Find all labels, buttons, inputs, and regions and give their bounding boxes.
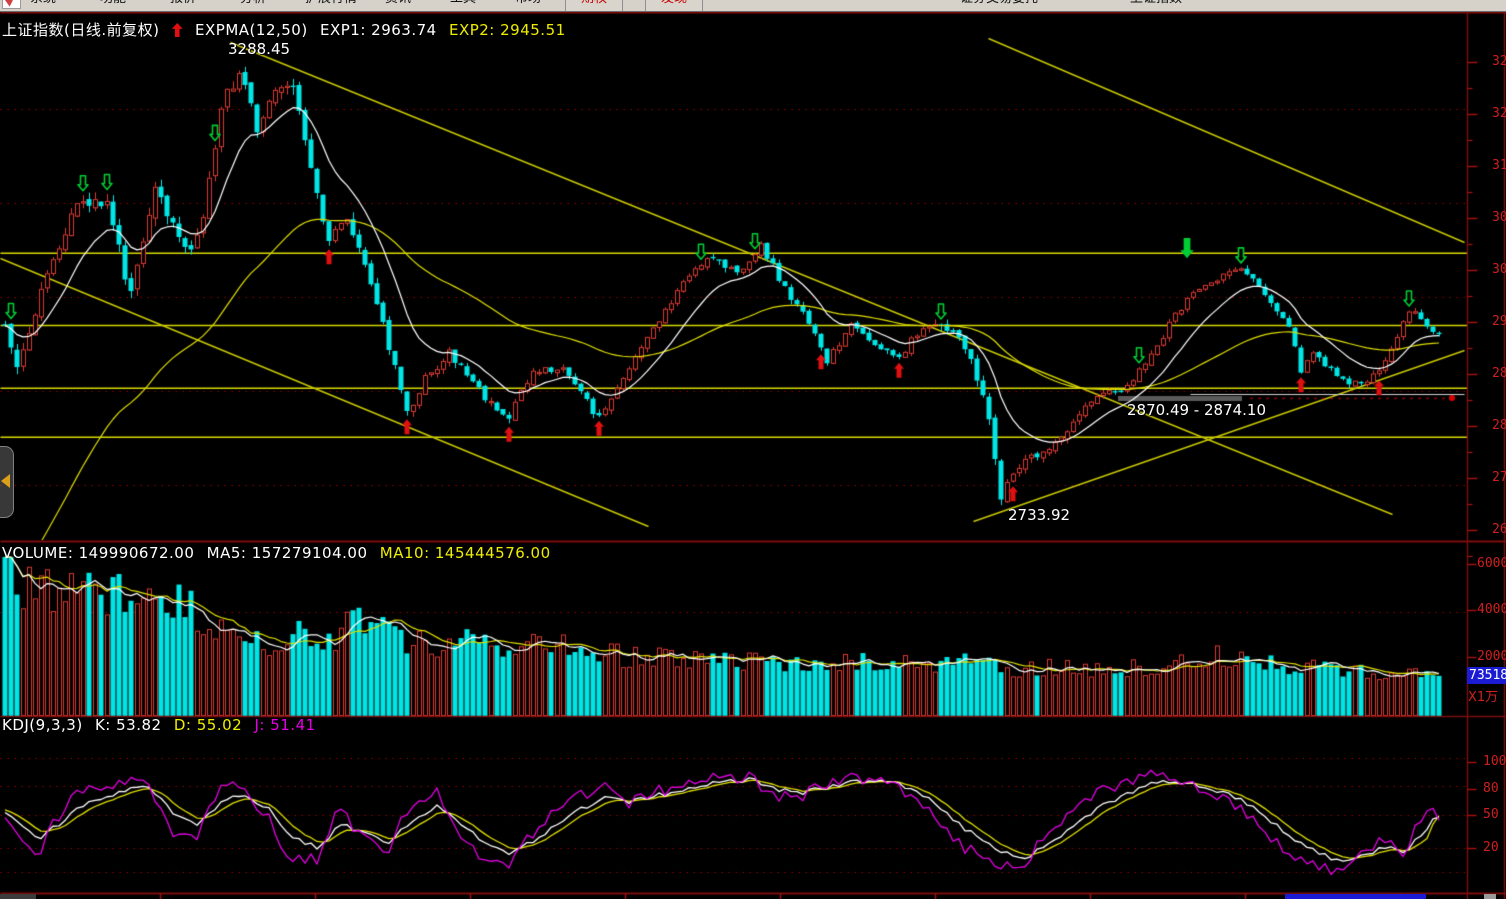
account-menu-label[interactable]: 证券交易委托 <box>960 0 1038 11</box>
menu-item-7[interactable]: 市场 <box>515 0 541 11</box>
axis-label: 50 <box>1483 807 1499 822</box>
bottom-right-corner <box>1484 894 1496 899</box>
menu-item-1[interactable]: 功能 <box>100 0 126 11</box>
volume-unit-label: X1万 <box>1468 686 1498 705</box>
gap-price-label: 2870.49 - 2874.10 <box>1127 401 1266 419</box>
axis-label: 3023.57 <box>1492 262 1506 277</box>
kdj-j-value: J: 51.41 <box>254 716 315 734</box>
main-pane-header: 上证指数(日线.前复权) EXPMA(12,50) EXP1: 2963.74 … <box>2 19 573 40</box>
kdj-d-value: D: 55.02 <box>174 716 242 734</box>
peak-price-label: 3288.45 <box>228 40 290 58</box>
menu-item-0[interactable]: 系统 <box>30 0 56 11</box>
volume-ma5-value: MA5: 157279104.00 <box>207 544 368 562</box>
indicator-label: EXPMA(12,50) <box>195 21 308 39</box>
bottom-left-corner <box>0 894 36 899</box>
volume-pane-header: VOLUME: 149990672.00 MA5: 157279104.00 M… <box>2 544 558 562</box>
axis-label: 600000 <box>1477 556 1506 571</box>
chart-canvas[interactable] <box>0 0 1506 899</box>
kdj-pane-header: KDJ(9,3,3) K: 53.82 D: 55.02 J: 51.41 <box>2 716 323 734</box>
axis-label: 400000 <box>1477 602 1506 617</box>
left-triangle-icon <box>1 474 10 488</box>
volume-last-badge: 73518 <box>1467 667 1506 684</box>
axis-label: 2764.54 <box>1492 470 1506 485</box>
menu-item-4[interactable]: 扩展行情 <box>305 0 357 11</box>
up-arrow-icon <box>172 23 183 37</box>
symbol-menu-label[interactable]: 上证指数 <box>1130 0 1182 11</box>
axis-label: 80 <box>1483 781 1499 796</box>
exp1-value: EXP1: 2963.74 <box>320 21 437 39</box>
axis-label: 3153.08 <box>1492 158 1506 173</box>
low-price-label: 2733.92 <box>1008 506 1070 524</box>
menu-bar: 系统 功能 报价 分析 扩展行情 资讯 工具 市场 期权 发现 证券交易委托 上证指数 <box>0 0 1506 12</box>
menu-item-6[interactable]: 工具 <box>450 0 476 11</box>
exp2-value: EXP2: 2945.51 <box>449 21 566 39</box>
menu-item-hot-1[interactable]: 发现 <box>645 0 703 12</box>
menu-item-5[interactable]: 资讯 <box>385 0 411 11</box>
sidebar-collapse-handle[interactable] <box>0 446 14 518</box>
axis-label: 3282.60 <box>1492 54 1506 69</box>
menu-item-2[interactable]: 报价 <box>170 0 196 11</box>
menu-item-3[interactable]: 分析 <box>240 0 266 11</box>
axis-label: 100 <box>1483 754 1506 769</box>
trading-terminal: 系统 功能 报价 分析 扩展行情 资讯 工具 市场 期权 发现 证券交易委托 上证指数 上证指数(日线… <box>0 0 1506 899</box>
axis-label: 3088.32 <box>1492 210 1506 225</box>
axis-label: 3217.84 <box>1492 106 1506 121</box>
app-logo-icon <box>2 0 21 9</box>
date-highlight-badge <box>1285 894 1426 899</box>
kdj-title: KDJ(9,3,3) <box>2 716 83 734</box>
volume-ma10-value: MA10: 145444576.00 <box>380 544 551 562</box>
axis-label: 2829.29 <box>1492 418 1506 433</box>
menu-item-hot-0[interactable]: 期权 <box>565 0 623 12</box>
chart-title: 上证指数(日线.前复权) <box>2 21 159 39</box>
volume-value: VOLUME: 149990672.00 <box>2 544 194 562</box>
axis-label: 20 <box>1483 840 1499 855</box>
axis-label: 200000 <box>1477 649 1506 664</box>
axis-label: 2958.81 <box>1492 314 1506 329</box>
axis-label: 2699.78 <box>1492 522 1506 537</box>
axis-label: 2894.05 <box>1492 366 1506 381</box>
kdj-k-value: K: 53.82 <box>95 716 162 734</box>
